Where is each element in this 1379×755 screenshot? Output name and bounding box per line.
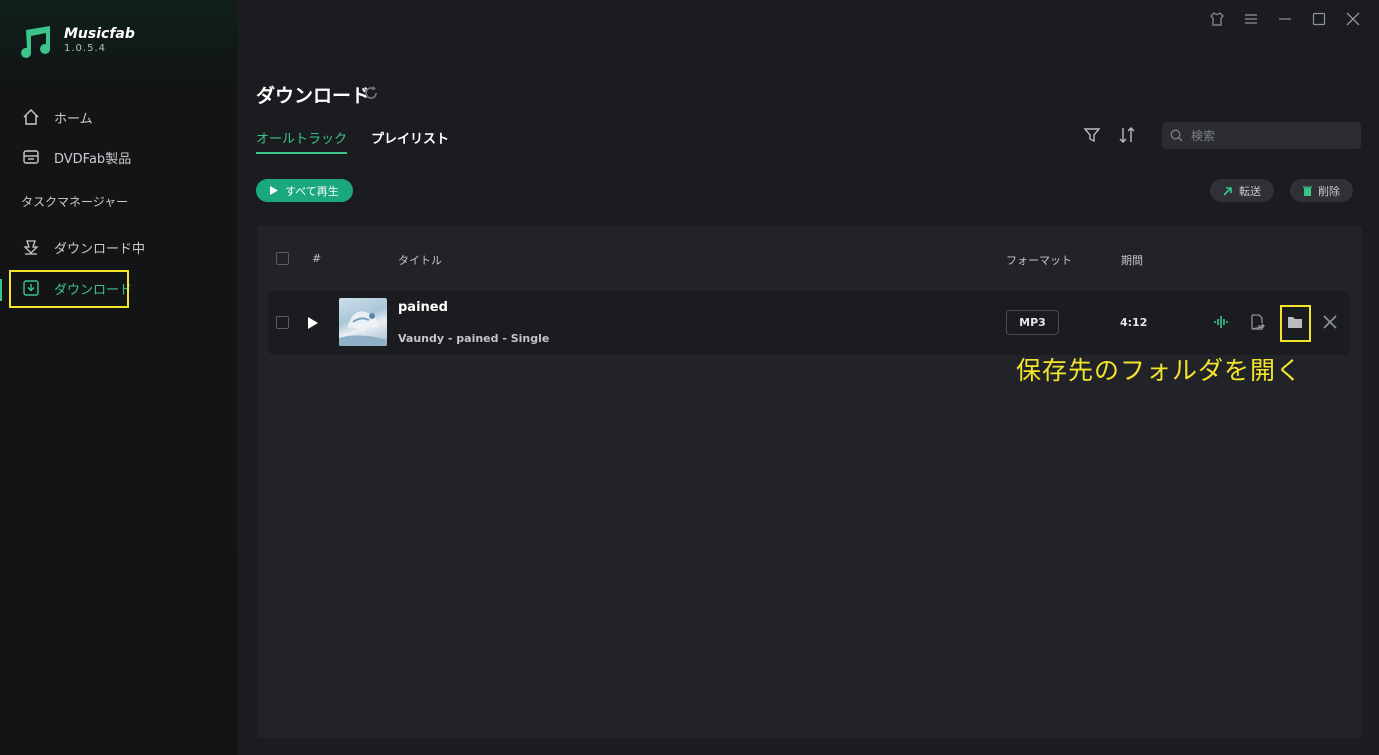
sidebar-item-label: ダウンロード中	[54, 241, 146, 257]
app-logo: Musicfab 1.0.5.4	[20, 24, 135, 58]
active-indicator	[0, 279, 2, 301]
play-all-button[interactable]: すべて再生	[256, 179, 353, 202]
album-art-thumbnail	[339, 298, 387, 346]
track-duration: 4:12	[1120, 316, 1148, 329]
home-icon	[23, 109, 39, 125]
app-version: 1.0.5.4	[64, 43, 106, 54]
folder-highlight-box	[1280, 305, 1311, 342]
delete-button[interactable]: 削除	[1290, 179, 1353, 202]
column-header-duration: 期間	[1121, 254, 1143, 267]
app-brand: Musicfab	[64, 26, 135, 42]
transfer-label: 転送	[1239, 184, 1261, 198]
table-row[interactable]: pained Vaundy - pained - Single MP3 4:12	[268, 291, 1350, 355]
row-play-icon[interactable]	[308, 317, 318, 329]
annotation-text: 保存先のフォルダを開く	[1016, 356, 1303, 385]
track-subtitle: Vaundy - pained - Single	[398, 332, 550, 345]
column-header-title: タイトル	[398, 254, 442, 267]
waveform-icon[interactable]	[1212, 313, 1230, 331]
sidebar-item-home[interactable]: ホーム	[22, 106, 93, 128]
select-all-checkbox[interactable]	[276, 252, 289, 265]
transfer-file-icon[interactable]	[1248, 313, 1266, 331]
sidebar-item-dvdfab[interactable]: DVDFab製品	[22, 146, 131, 168]
play-all-label: すべて再生	[285, 185, 339, 198]
delete-label: 削除	[1318, 184, 1340, 198]
search-icon	[1170, 129, 1183, 142]
close-icon[interactable]	[1345, 11, 1361, 27]
filter-icon[interactable]	[1083, 126, 1101, 144]
music-note-logo-icon	[21, 26, 51, 58]
menu-icon[interactable]	[1243, 11, 1259, 27]
sort-icon[interactable]	[1118, 126, 1136, 144]
search-input[interactable]	[1189, 127, 1353, 144]
minimize-icon[interactable]	[1277, 11, 1293, 27]
maximize-icon[interactable]	[1311, 11, 1327, 27]
sidebar-item-label: ホーム	[54, 111, 93, 127]
track-title: pained	[398, 300, 448, 315]
shirt-skin-icon[interactable]	[1209, 11, 1225, 27]
downloading-icon	[23, 240, 39, 255]
trash-icon	[1303, 186, 1312, 196]
downloaded-highlight-box	[9, 270, 129, 308]
tab-playlists[interactable]: プレイリスト	[371, 128, 449, 147]
sidebar-item-downloading[interactable]: ダウンロード中	[22, 236, 145, 258]
sidebar: Musicfab 1.0.5.4 ホーム DVDFab製品 タスクマネージャー …	[0, 0, 237, 755]
tab-all-tracks[interactable]: オールトラック	[256, 128, 348, 154]
transfer-button[interactable]: 転送	[1210, 179, 1274, 202]
sidebar-item-label: DVDFab製品	[54, 151, 132, 167]
column-header-index: #	[312, 252, 322, 265]
play-icon	[270, 186, 278, 195]
track-table: # タイトル フォーマット 期間 pained Vaundy - pained …	[257, 226, 1362, 738]
format-badge: MP3	[1006, 310, 1059, 335]
transfer-icon	[1223, 186, 1232, 196]
page-title: ダウンロード	[256, 85, 371, 107]
column-header-format: フォーマット	[1006, 254, 1072, 267]
task-manager-section-title: タスクマネージャー	[21, 195, 129, 209]
search-box[interactable]	[1162, 122, 1361, 149]
row-checkbox[interactable]	[276, 316, 289, 329]
dvdfab-icon	[23, 150, 39, 164]
refresh-icon[interactable]	[362, 84, 380, 102]
remove-icon[interactable]	[1321, 313, 1339, 331]
window-controls	[1209, 11, 1361, 27]
